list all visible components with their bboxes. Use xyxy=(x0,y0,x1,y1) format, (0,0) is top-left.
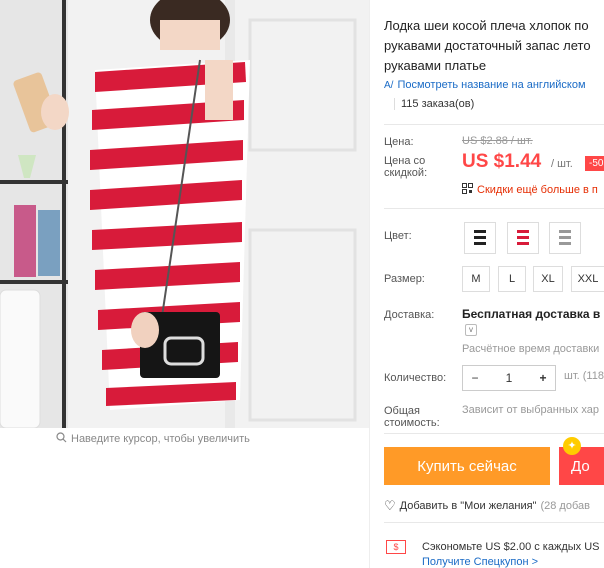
original-price: US $2.88 / шт. xyxy=(462,135,533,147)
translate-icon: A/ xyxy=(384,79,394,91)
quantity-stepper: − 1 + xyxy=(462,365,556,391)
quantity-input[interactable]: 1 xyxy=(497,371,521,385)
wishlist-label: Добавить в "Мои желания" xyxy=(399,500,537,512)
per-unit: / шт. xyxy=(551,158,573,170)
product-info-panel: Лодка шеи косой плеча хлопок по рукавами… xyxy=(369,0,604,568)
size-option-l[interactable]: L xyxy=(498,266,526,292)
app-promo-text: Скидки ещё больше в п xyxy=(477,184,598,196)
color-swatch-black[interactable] xyxy=(464,222,496,254)
color-label: Цвет: xyxy=(384,230,412,242)
divider xyxy=(384,433,604,434)
size-option-xxl[interactable]: XXL xyxy=(571,266,604,292)
discounted-price: US $1.44 xyxy=(462,151,542,172)
size-label: Размер: xyxy=(384,273,425,285)
divider xyxy=(384,208,604,209)
search-icon xyxy=(56,432,67,446)
color-swatch-grey[interactable] xyxy=(549,222,581,254)
shipping-label: Доставка: xyxy=(384,309,435,321)
translate-link[interactable]: A/ Посмотреть название на английском xyxy=(384,79,586,91)
divider xyxy=(384,522,604,523)
shipping-estimate: Расчётное время доставки xyxy=(462,343,600,355)
color-swatch-red[interactable] xyxy=(507,222,539,254)
size-option-xl[interactable]: XL xyxy=(533,266,563,292)
product-title[interactable]: Лодка шеи косой плеча хлопок по рукавами… xyxy=(384,16,604,76)
chevron-down-icon[interactable]: v xyxy=(465,324,477,336)
discount-badge: -50 xyxy=(585,156,604,171)
buy-now-button[interactable]: Купить сейчас xyxy=(384,447,550,485)
divider xyxy=(384,124,604,125)
wishlist-count: (28 добав xyxy=(540,500,590,512)
discount-label-line: Цена со xyxy=(384,155,426,167)
product-photo xyxy=(0,0,369,428)
title-line: рукавами достаточный запас лето xyxy=(384,38,591,53)
total-label-line: стоимость: xyxy=(384,417,440,429)
total-label-line: Общая xyxy=(384,405,420,417)
zoom-hint: Наведите курсор, чтобы увеличить xyxy=(56,432,250,446)
quantity-label: Количество: xyxy=(384,372,447,384)
quantity-available: шт. (118 xyxy=(564,370,604,382)
discount-label-line: скидкой: xyxy=(384,167,428,179)
get-coupon-link[interactable]: Получите Спецкупон > xyxy=(422,556,538,568)
qr-code-icon xyxy=(462,183,473,197)
coupon-text: Сэкономьте US $2.00 с каждых US xyxy=(422,541,600,553)
shipping-method[interactable]: Бесплатная доставка в Ru xyxy=(462,307,604,321)
total-label: Общая стоимость: xyxy=(384,405,440,429)
coupon-icon: $ xyxy=(386,540,406,554)
zoom-hint-text: Наведите курсор, чтобы увеличить xyxy=(71,433,250,445)
title-line: Лодка шеи косой плеча хлопок по xyxy=(384,18,589,33)
star-icon: ✦ xyxy=(563,437,581,455)
total-value: Зависит от выбранных хар xyxy=(462,404,599,416)
title-line: рукавами платье xyxy=(384,58,487,73)
heart-icon: ♡ xyxy=(384,498,396,513)
translate-link-label: Посмотреть название на английском xyxy=(397,79,586,91)
discount-price-label: Цена со скидкой: xyxy=(384,155,427,179)
product-image[interactable] xyxy=(0,0,369,428)
orders-count: 115 заказа(ов) xyxy=(394,98,474,110)
wishlist-link[interactable]: ♡ Добавить в "Мои желания" (28 добав xyxy=(384,498,590,514)
price-label: Цена: xyxy=(384,136,414,148)
quantity-minus-button[interactable]: − xyxy=(463,371,487,385)
size-option-m[interactable]: M xyxy=(462,266,490,292)
app-promo-link[interactable]: Скидки ещё больше в п xyxy=(462,183,598,197)
quantity-plus-button[interactable]: + xyxy=(531,371,555,385)
